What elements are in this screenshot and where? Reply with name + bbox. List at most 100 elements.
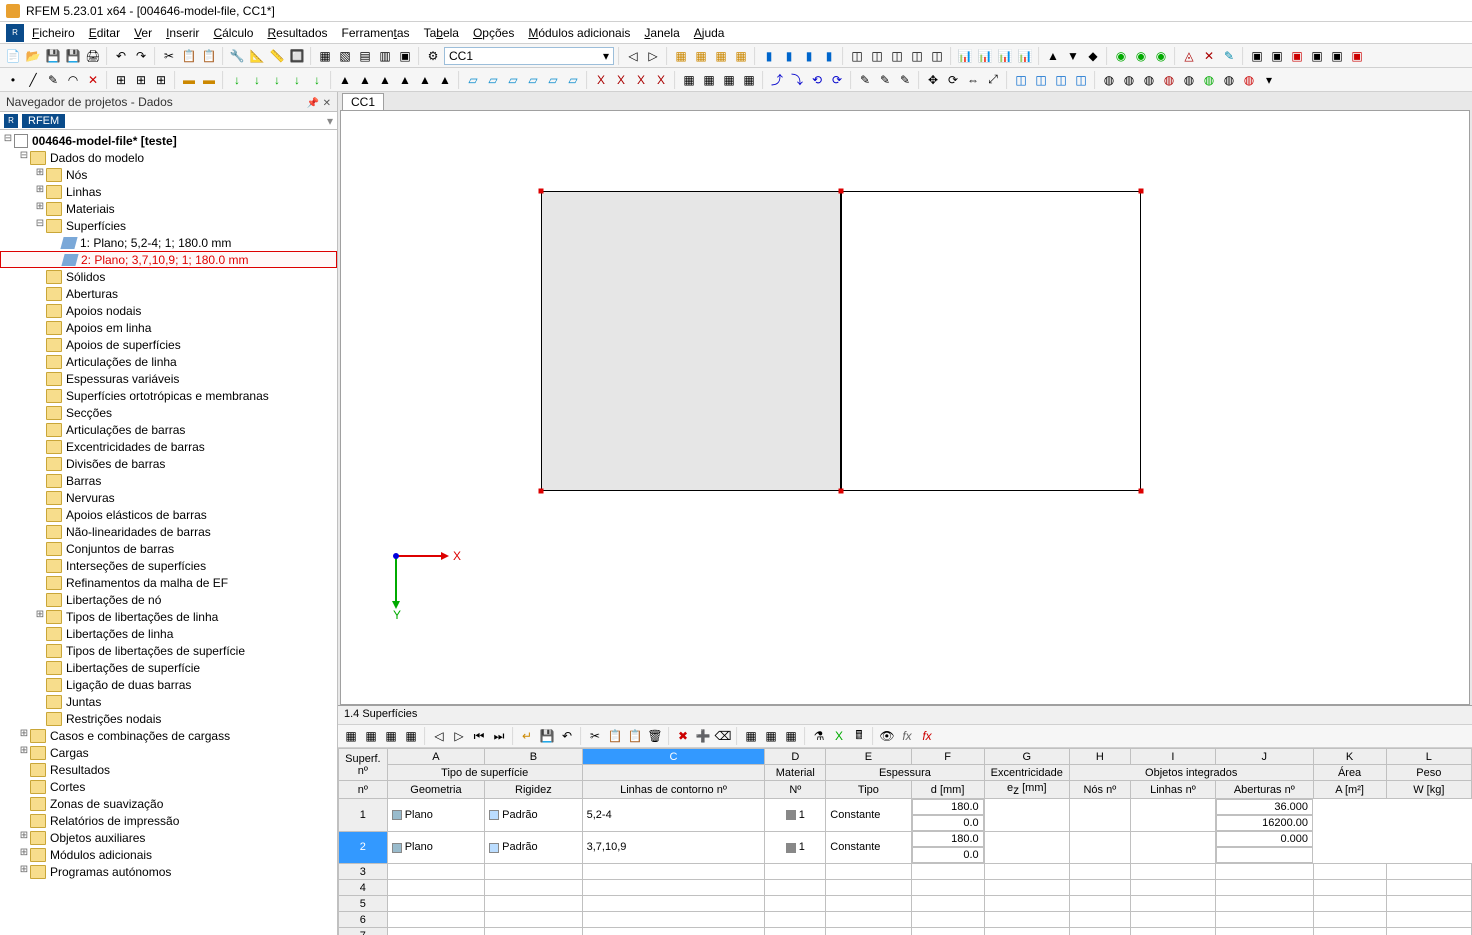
ext-5-icon[interactable]: ▣ bbox=[1328, 47, 1346, 65]
cell[interactable]: 180.0 bbox=[912, 831, 984, 847]
ax-4-icon[interactable]: ⟳ bbox=[828, 71, 846, 89]
sel-4-icon[interactable]: ◫ bbox=[1072, 71, 1090, 89]
tbl-grid3-icon[interactable]: ▦ bbox=[782, 727, 800, 745]
tree-item[interactable]: Cortes bbox=[0, 778, 337, 795]
tree-item[interactable]: Barras bbox=[0, 472, 337, 489]
tree-item[interactable]: ⊞Nós bbox=[0, 166, 337, 183]
tree-item[interactable]: Apoios nodais bbox=[0, 302, 337, 319]
view-x-icon[interactable]: ▦ bbox=[692, 47, 710, 65]
view-y-icon[interactable]: ▦ bbox=[712, 47, 730, 65]
result-d-icon[interactable]: ▮ bbox=[820, 47, 838, 65]
menu-ver[interactable]: Ver bbox=[128, 24, 158, 42]
menu-tabela[interactable]: Tabela bbox=[418, 24, 465, 42]
cell[interactable]: 36.000 bbox=[1216, 799, 1313, 815]
tbl-save-icon[interactable]: 💾 bbox=[538, 727, 556, 745]
cell[interactable]: Plano bbox=[387, 831, 484, 864]
misc-2-icon[interactable]: ◍ bbox=[1120, 71, 1138, 89]
ren-3-icon[interactable]: ◆ bbox=[1084, 47, 1102, 65]
tree[interactable]: ⊟004646-model-file* [teste]⊟Dados do mod… bbox=[0, 130, 337, 935]
menu-ficheiro[interactable]: Ficheiro bbox=[26, 24, 81, 42]
tbl-nav4-icon[interactable]: ⏭ bbox=[490, 727, 508, 745]
ext-6-icon[interactable]: ▣ bbox=[1348, 47, 1366, 65]
misc-9-icon[interactable]: ▾ bbox=[1260, 71, 1278, 89]
tree-item[interactable]: Apoios em linha bbox=[0, 319, 337, 336]
tbl-nav1-icon[interactable]: ◁ bbox=[430, 727, 448, 745]
tree-item[interactable]: Libertações de nó bbox=[0, 591, 337, 608]
tree-item[interactable]: Espessuras variáveis bbox=[0, 370, 337, 387]
tbl-filter-icon[interactable]: ⚗ bbox=[810, 727, 828, 745]
tree-root[interactable]: ⊟004646-model-file* [teste] bbox=[0, 132, 337, 149]
support-3-icon[interactable]: ▲ bbox=[376, 71, 394, 89]
col-letter[interactable]: K bbox=[1313, 749, 1386, 765]
tbl-copy-icon[interactable]: 📋 bbox=[606, 727, 624, 745]
snap-2-icon[interactable]: ⊞ bbox=[132, 71, 150, 89]
cell[interactable] bbox=[984, 799, 1069, 832]
tree-item[interactable]: Superfícies ortotrópicas e membranas bbox=[0, 387, 337, 404]
hdr-material[interactable]: Material bbox=[765, 765, 826, 781]
nav-prev-icon[interactable]: ◁ bbox=[624, 47, 642, 65]
tree-dados-modelo[interactable]: ⊟Dados do modelo bbox=[0, 149, 337, 166]
saveas-icon[interactable]: 💾 bbox=[64, 47, 82, 65]
sel-1-icon[interactable]: ◫ bbox=[1012, 71, 1030, 89]
draw-line-icon[interactable]: ╱ bbox=[24, 71, 42, 89]
new-icon[interactable]: 📄 bbox=[4, 47, 22, 65]
ext-3-icon[interactable]: ▣ bbox=[1288, 47, 1306, 65]
tool-c-icon[interactable]: 📏 bbox=[268, 47, 286, 65]
col-superf[interactable]: Superf.nº bbox=[339, 749, 388, 781]
cell[interactable] bbox=[984, 831, 1069, 864]
menu-janela[interactable]: Janela bbox=[638, 24, 685, 42]
menu-opcoes[interactable]: Opções bbox=[467, 24, 520, 42]
open-icon[interactable]: 📂 bbox=[24, 47, 42, 65]
cell[interactable]: 16200.00 bbox=[1216, 815, 1313, 831]
cell[interactable] bbox=[1069, 799, 1130, 832]
tree-item[interactable]: Zonas de suavização bbox=[0, 795, 337, 812]
tbl-nav3-icon[interactable]: ⏮ bbox=[470, 727, 488, 745]
node[interactable] bbox=[1139, 189, 1144, 194]
cell[interactable] bbox=[1130, 831, 1215, 864]
num-1-icon[interactable]: X bbox=[592, 71, 610, 89]
grid-4-icon[interactable]: ▦ bbox=[740, 71, 758, 89]
tbl-view-icon[interactable]: 👁 bbox=[878, 727, 896, 745]
view-1-icon[interactable]: ◫ bbox=[848, 47, 866, 65]
scale-icon[interactable]: ⤢ bbox=[984, 71, 1002, 89]
tree-item[interactable]: Interseções de superfícies bbox=[0, 557, 337, 574]
tree-item[interactable]: Articulações de barras bbox=[0, 421, 337, 438]
load-3-icon[interactable]: ↓ bbox=[268, 71, 286, 89]
tree-item[interactable]: Excentricidades de barras bbox=[0, 438, 337, 455]
close-icon[interactable]: ✕ bbox=[323, 98, 331, 109]
edit-3-icon[interactable]: ✎ bbox=[896, 71, 914, 89]
tree-item[interactable]: Apoios elásticos de barras bbox=[0, 506, 337, 523]
menu-ferramentas[interactable]: Ferramentas bbox=[336, 24, 416, 42]
col-letter[interactable]: A bbox=[387, 749, 484, 765]
sec-1-icon[interactable]: ◉ bbox=[1112, 47, 1130, 65]
view-z-icon[interactable]: ▦ bbox=[732, 47, 750, 65]
tree-surface-1[interactable]: 1: Plano; 5,2-4; 1; 180.0 mm bbox=[0, 234, 337, 251]
misc-8-icon[interactable]: ◍ bbox=[1240, 71, 1258, 89]
tree-item[interactable]: ⊞Materiais bbox=[0, 200, 337, 217]
window-tile2-icon[interactable]: ▥ bbox=[376, 47, 394, 65]
cell[interactable]: 0.0 bbox=[912, 847, 984, 863]
ren-1-icon[interactable]: ▲ bbox=[1044, 47, 1062, 65]
load-4-icon[interactable]: ↓ bbox=[288, 71, 306, 89]
tree-superficies[interactable]: ⊟Superfícies bbox=[0, 217, 337, 234]
tbl-paste-icon[interactable]: 📋 bbox=[626, 727, 644, 745]
col-letter[interactable]: G bbox=[984, 749, 1069, 765]
tree-item[interactable]: ⊞Cargas bbox=[0, 744, 337, 761]
view-4-icon[interactable]: ◫ bbox=[908, 47, 926, 65]
draw-del-icon[interactable]: ✕ bbox=[84, 71, 102, 89]
cell[interactable]: Constante bbox=[826, 831, 911, 864]
misc-6-icon[interactable]: ◍ bbox=[1200, 71, 1218, 89]
tree-item[interactable]: ⊞Tipos de libertações de linha bbox=[0, 608, 337, 625]
sel-3-icon[interactable]: ◫ bbox=[1052, 71, 1070, 89]
menu-inserir[interactable]: Inserir bbox=[160, 24, 205, 42]
hdr-area[interactable]: Área bbox=[1313, 765, 1386, 781]
col-letter[interactable]: B bbox=[485, 749, 582, 765]
tree-item[interactable]: ⊞Programas autónomos bbox=[0, 863, 337, 880]
ax-3-icon[interactable]: ⟲ bbox=[808, 71, 826, 89]
col-letter[interactable]: L bbox=[1386, 749, 1471, 765]
surf-2-icon[interactable]: ▱ bbox=[484, 71, 502, 89]
cell[interactable]: Constante bbox=[826, 799, 911, 832]
hdr-obj[interactable]: Objetos integrados bbox=[1069, 765, 1313, 781]
menu-editar[interactable]: Editar bbox=[83, 24, 126, 42]
surf-6-icon[interactable]: ▱ bbox=[564, 71, 582, 89]
